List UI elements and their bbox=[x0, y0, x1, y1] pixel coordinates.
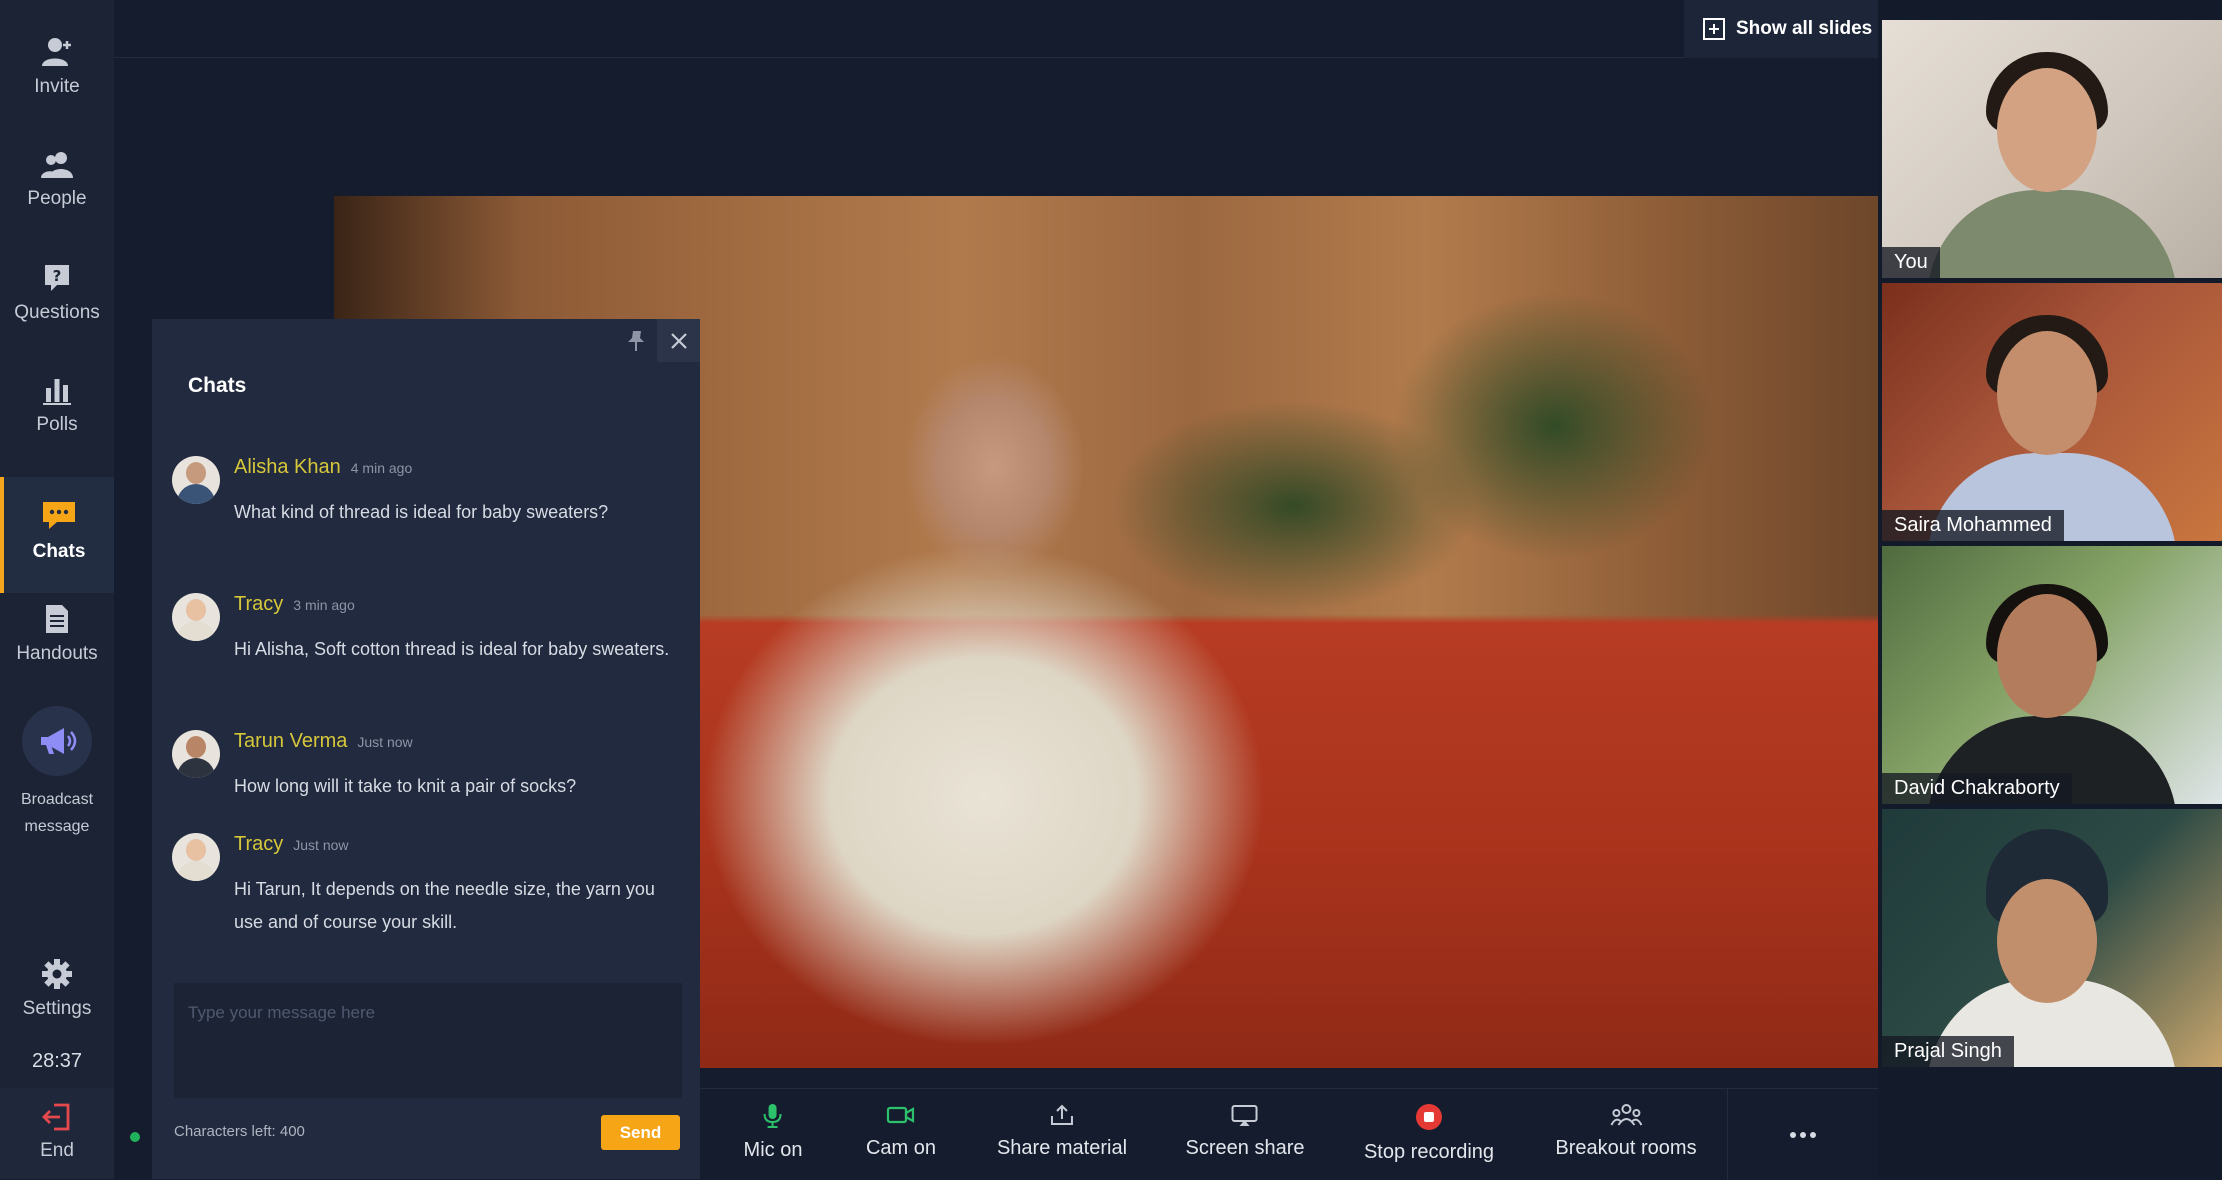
breakout-rooms-button[interactable]: Breakout rooms bbox=[1555, 1103, 1697, 1160]
send-button[interactable]: Send bbox=[601, 1115, 680, 1150]
message-time: 3 min ago bbox=[293, 597, 355, 613]
top-bar: Show all slides bbox=[114, 0, 1878, 58]
toolbar-label: Breakout rooms bbox=[1555, 1137, 1697, 1159]
pin-icon[interactable] bbox=[625, 329, 647, 353]
bottom-toolbar: Mic on Cam on Share material Screen shar… bbox=[700, 1088, 1878, 1180]
characters-left: Characters left: 400 bbox=[174, 1123, 305, 1140]
sidebar-item-label: Settings bbox=[22, 998, 92, 1019]
message-text: Hi Tarun, It depends on the needle size,… bbox=[234, 879, 655, 932]
toolbar-label: Screen share bbox=[1185, 1137, 1305, 1159]
message-text: What kind of thread is ideal for baby sw… bbox=[234, 502, 609, 522]
question-icon: ? bbox=[45, 265, 69, 291]
sidebar-item-people[interactable]: People bbox=[0, 150, 114, 210]
polls-icon bbox=[43, 379, 71, 405]
sidebar-item-label: Invite bbox=[34, 76, 80, 97]
broadcast-button[interactable] bbox=[22, 706, 92, 776]
sidebar-item-questions[interactable]: ? Questions bbox=[0, 262, 114, 324]
chat-panel: Chats Alisha Khan 4 min ago What kind of … bbox=[152, 319, 700, 1179]
gear-icon bbox=[42, 959, 72, 989]
avatar bbox=[172, 730, 220, 778]
screen-share-button[interactable]: Screen share bbox=[1185, 1103, 1305, 1160]
sidebar-item-label: Handouts bbox=[16, 643, 98, 664]
chat-title: Chats bbox=[188, 374, 247, 397]
participant-name: David Chakraborty bbox=[1882, 773, 2072, 804]
message-sender: Alisha Khan 4 min ago bbox=[234, 456, 413, 478]
more-options-button[interactable] bbox=[1727, 1089, 1878, 1180]
exit-icon bbox=[42, 1103, 70, 1131]
sidebar-item-chats[interactable]: Chats bbox=[0, 477, 114, 593]
message-sender: Tracy Just now bbox=[234, 833, 349, 855]
broadcast-label-line1: Broadcast bbox=[20, 791, 94, 808]
message-time: Just now bbox=[293, 837, 349, 853]
sidebar-item-broadcast[interactable]: Broadcast message bbox=[0, 706, 114, 840]
camera-toggle-button[interactable]: Cam on bbox=[866, 1103, 936, 1160]
toolbar-label: Cam on bbox=[865, 1137, 937, 1159]
people-icon bbox=[41, 152, 73, 178]
show-all-slides-button[interactable]: Show all slides bbox=[1684, 0, 1878, 58]
participant-tile[interactable]: Saira Mohammed bbox=[1882, 283, 2222, 541]
broadcast-label-line2: message bbox=[24, 818, 90, 835]
sidebar-item-label: People bbox=[27, 188, 87, 209]
sidebar-item-polls[interactable]: Polls bbox=[0, 376, 114, 436]
chat-icon bbox=[43, 502, 75, 529]
avatar bbox=[172, 456, 220, 504]
camera-icon bbox=[886, 1106, 915, 1124]
message-sender: Tracy 3 min ago bbox=[234, 593, 355, 615]
handouts-icon bbox=[46, 605, 68, 633]
screen-share-icon bbox=[1232, 1105, 1258, 1126]
left-sidebar: Invite People ? Questions Polls Chats Ha… bbox=[0, 0, 114, 1179]
end-session-button[interactable]: End bbox=[0, 1088, 114, 1179]
message-sender: Tarun Verma Just now bbox=[234, 730, 413, 752]
sidebar-item-label: Questions bbox=[14, 302, 100, 323]
sidebar-item-settings[interactable]: Settings bbox=[0, 958, 114, 1020]
participant-tiles: You Saira Mohammed David Chakraborty Pra… bbox=[1878, 0, 2222, 1179]
toolbar-label: Stop recording bbox=[1363, 1141, 1495, 1163]
participant-name: You bbox=[1882, 247, 1940, 278]
message-time: Just now bbox=[357, 734, 413, 750]
toolbar-label: Mic on bbox=[743, 1139, 803, 1161]
share-icon bbox=[1051, 1104, 1073, 1125]
plus-square-icon bbox=[1703, 18, 1725, 40]
participant-tile[interactable]: Prajal Singh bbox=[1882, 809, 2222, 1067]
sidebar-item-label: Polls bbox=[36, 414, 78, 435]
session-timer: 28:37 bbox=[31, 1050, 83, 1072]
close-chat-button[interactable] bbox=[657, 319, 700, 362]
sidebar-item-label: Chats bbox=[32, 541, 86, 562]
chat-message-input[interactable] bbox=[174, 983, 682, 1098]
mic-icon bbox=[764, 1104, 782, 1128]
toolbar-label: Share material bbox=[996, 1137, 1128, 1159]
avatar bbox=[172, 833, 220, 881]
show-all-slides-label: Show all slides bbox=[1736, 18, 1873, 39]
message-time: 4 min ago bbox=[350, 460, 413, 476]
message-text: How long will it take to knit a pair of … bbox=[234, 776, 577, 796]
record-icon bbox=[1415, 1104, 1442, 1130]
more-icon bbox=[1790, 1131, 1816, 1138]
invite-icon bbox=[42, 38, 71, 66]
participant-name: Saira Mohammed bbox=[1882, 510, 2064, 541]
svg-text:?: ? bbox=[53, 267, 62, 285]
close-icon bbox=[670, 332, 687, 349]
connection-status-dot bbox=[130, 1132, 140, 1142]
stop-recording-button[interactable]: Stop recording bbox=[1364, 1103, 1494, 1164]
participant-name: Prajal Singh bbox=[1882, 1036, 2014, 1067]
participant-tile[interactable]: David Chakraborty bbox=[1882, 546, 2222, 804]
mic-toggle-button[interactable]: Mic on bbox=[743, 1103, 803, 1162]
message-text: Hi Alisha, Soft cotton thread is ideal f… bbox=[234, 639, 670, 659]
sidebar-item-invite[interactable]: Invite bbox=[0, 36, 114, 98]
share-material-button[interactable]: Share material bbox=[997, 1103, 1127, 1160]
breakout-icon bbox=[1610, 1104, 1642, 1126]
avatar bbox=[172, 593, 220, 641]
end-label: End bbox=[40, 1140, 74, 1161]
participant-tile[interactable]: You bbox=[1882, 20, 2222, 278]
sidebar-item-handouts[interactable]: Handouts bbox=[0, 603, 114, 665]
megaphone-icon bbox=[41, 728, 77, 754]
